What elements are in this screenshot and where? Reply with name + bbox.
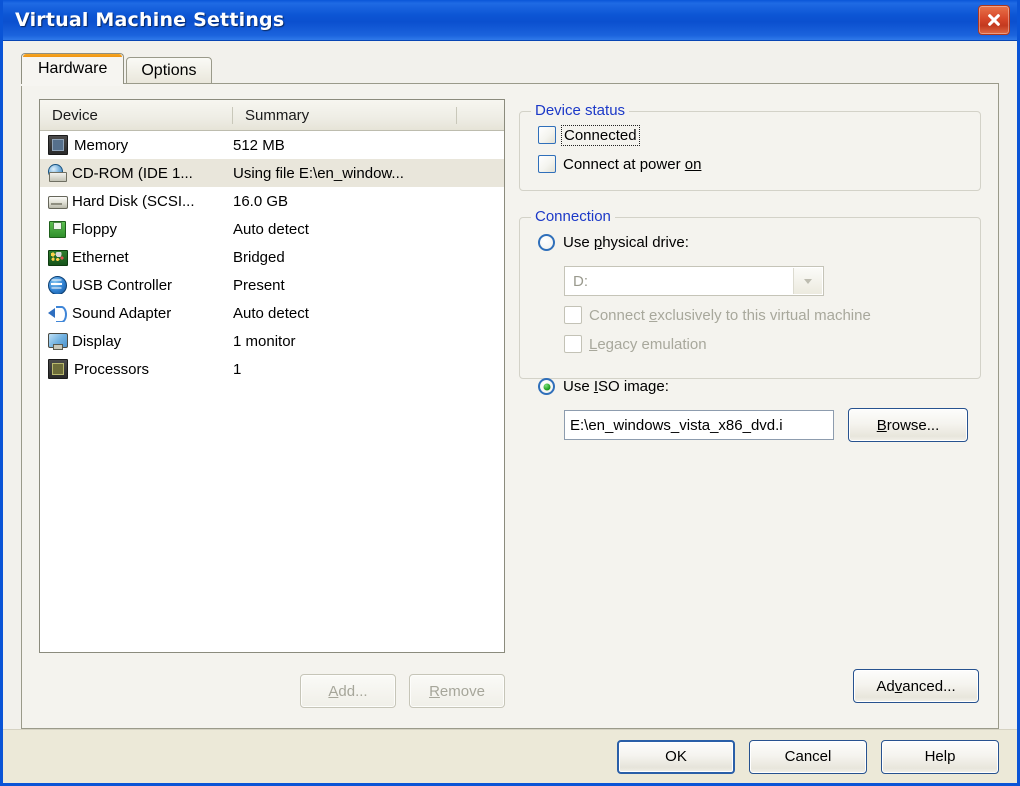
checkbox-box (538, 126, 556, 144)
table-row[interactable]: Processors 1 (40, 355, 504, 383)
memory-icon (48, 135, 68, 155)
help-button[interactable]: Help (881, 739, 999, 774)
device-summary: Bridged (233, 248, 285, 266)
use-physical-drive-label: Use physical drive: (563, 234, 689, 251)
iso-path-value: E:\en_windows_vista_x86_dvd.i (570, 416, 783, 434)
harddisk-icon (48, 192, 68, 210)
checkbox-box (538, 155, 556, 173)
remove-button-label-rest: emove (439, 682, 485, 700)
table-row[interactable]: Memory 512 MB (40, 131, 504, 159)
use-iso-image-label: Use ISO image: (563, 378, 669, 395)
advanced-button-label-rest: anced... (902, 677, 956, 695)
hardware-tab-page: Device Summary Memory 512 MB CD-ROM (IDE… (21, 83, 999, 729)
legacy-emulation-label: Legacy emulation (589, 335, 707, 353)
device-summary: 1 (233, 360, 242, 378)
radio-box (538, 234, 555, 251)
device-status-group: Device status Connected Connect at power… (519, 102, 981, 191)
device-name: Hard Disk (SCSI... (72, 192, 195, 210)
connect-exclusively-label: Connect exclusively to this virtual mach… (589, 306, 871, 324)
tab-hardware[interactable]: Hardware (21, 53, 125, 84)
connected-checkbox[interactable]: Connected (538, 124, 640, 146)
table-row[interactable]: CD-ROM (IDE 1... Using file E:\en_window… (40, 159, 504, 187)
table-row[interactable]: Hard Disk (SCSI... 16.0 GB (40, 187, 504, 215)
browse-button[interactable]: Browse... (848, 408, 968, 442)
device-name: Floppy (72, 220, 118, 238)
cdrom-icon (48, 164, 67, 182)
device-name: CD-ROM (IDE 1... (72, 164, 193, 182)
checkbox-box (564, 335, 582, 353)
cancel-button[interactable]: Cancel (749, 739, 867, 774)
use-physical-drive-radio[interactable]: Use physical drive: (538, 234, 689, 251)
physical-drive-combo[interactable]: D: (564, 266, 824, 296)
cancel-button-label: Cancel (784, 748, 832, 765)
legacy-emulation-checkbox[interactable]: Legacy emulation (564, 335, 707, 353)
connection-group: Connection Use physical drive: D: Connec… (519, 208, 981, 442)
connect-at-power-on-checkbox[interactable]: Connect at power on (538, 155, 701, 173)
iso-path-input[interactable]: E:\en_windows_vista_x86_dvd.i (564, 410, 834, 440)
checkbox-box (564, 306, 582, 324)
device-name: Display (72, 332, 122, 350)
window-title: Virtual Machine Settings (15, 9, 285, 31)
device-name: USB Controller (72, 276, 173, 294)
help-button-label: Help (924, 748, 956, 765)
device-summary: Using file E:\en_window... (233, 164, 404, 182)
device-list-header: Device Summary (40, 100, 504, 131)
advanced-button[interactable]: Advanced... (853, 669, 979, 703)
connected-checkbox-label: Connected (561, 124, 640, 146)
virtual-machine-settings-window: Virtual Machine Settings Hardware Option… (0, 0, 1020, 786)
connect-exclusively-checkbox[interactable]: Connect exclusively to this virtual mach… (564, 306, 871, 324)
display-icon (48, 332, 68, 350)
device-summary: Auto detect (233, 220, 309, 238)
device-list-buttons: Add... Remove (39, 674, 505, 708)
tab-options[interactable]: Options (126, 57, 212, 84)
device-settings-pane: Device status Connected Connect at power… (519, 99, 981, 713)
column-header-summary[interactable]: Summary (233, 106, 457, 124)
ok-button[interactable]: OK (617, 739, 735, 774)
close-icon[interactable] (978, 5, 1010, 35)
device-summary: 16.0 GB (233, 192, 289, 210)
table-row[interactable]: USB Controller Present (40, 271, 504, 299)
floppy-icon (48, 220, 66, 238)
connection-legend: Connection (531, 208, 615, 225)
radio-box (538, 378, 555, 395)
device-name: Memory (74, 136, 129, 154)
remove-button[interactable]: Remove (409, 674, 505, 708)
device-summary: 1 monitor (233, 332, 296, 350)
physical-drive-value: D: (573, 272, 588, 290)
device-name: Sound Adapter (72, 304, 172, 322)
chevron-down-icon[interactable] (793, 268, 822, 294)
tab-hardware-label: Hardware (38, 60, 108, 77)
use-iso-image-radio[interactable]: Use ISO image: (538, 378, 669, 395)
add-button[interactable]: Add... (300, 674, 396, 708)
tab-strip: Hardware Options (21, 53, 1017, 84)
table-row[interactable]: Sound Adapter Auto detect (40, 299, 504, 327)
client-area: Hardware Options Device Summary Memory 5… (3, 41, 1017, 783)
device-list[interactable]: Device Summary Memory 512 MB CD-ROM (IDE… (39, 99, 505, 653)
add-button-label-rest: dd... (338, 682, 368, 700)
processors-icon (48, 359, 68, 379)
ok-button-label: OK (665, 748, 687, 765)
dialog-button-bar: OK Cancel Help (3, 729, 1017, 783)
usb-icon (48, 276, 67, 294)
device-summary: 512 MB (233, 136, 285, 154)
device-list-body: Memory 512 MB CD-ROM (IDE 1... Using fil… (40, 131, 504, 652)
title-bar: Virtual Machine Settings (3, 0, 1017, 41)
table-row[interactable]: Display 1 monitor (40, 327, 504, 355)
browse-button-label-rest: rowse... (886, 416, 940, 434)
tab-options-label: Options (141, 62, 197, 79)
table-row[interactable]: Ethernet Bridged (40, 243, 504, 271)
sound-icon (48, 304, 67, 322)
table-row[interactable]: Floppy Auto detect (40, 215, 504, 243)
device-summary: Present (233, 276, 285, 294)
device-summary: Auto detect (233, 304, 309, 322)
ethernet-icon (48, 248, 68, 266)
device-name: Processors (74, 360, 150, 378)
device-status-legend: Device status (531, 102, 630, 119)
connect-at-power-on-label: Connect at power on (563, 155, 702, 173)
column-header-device[interactable]: Device (40, 106, 233, 124)
device-name: Ethernet (72, 248, 129, 266)
